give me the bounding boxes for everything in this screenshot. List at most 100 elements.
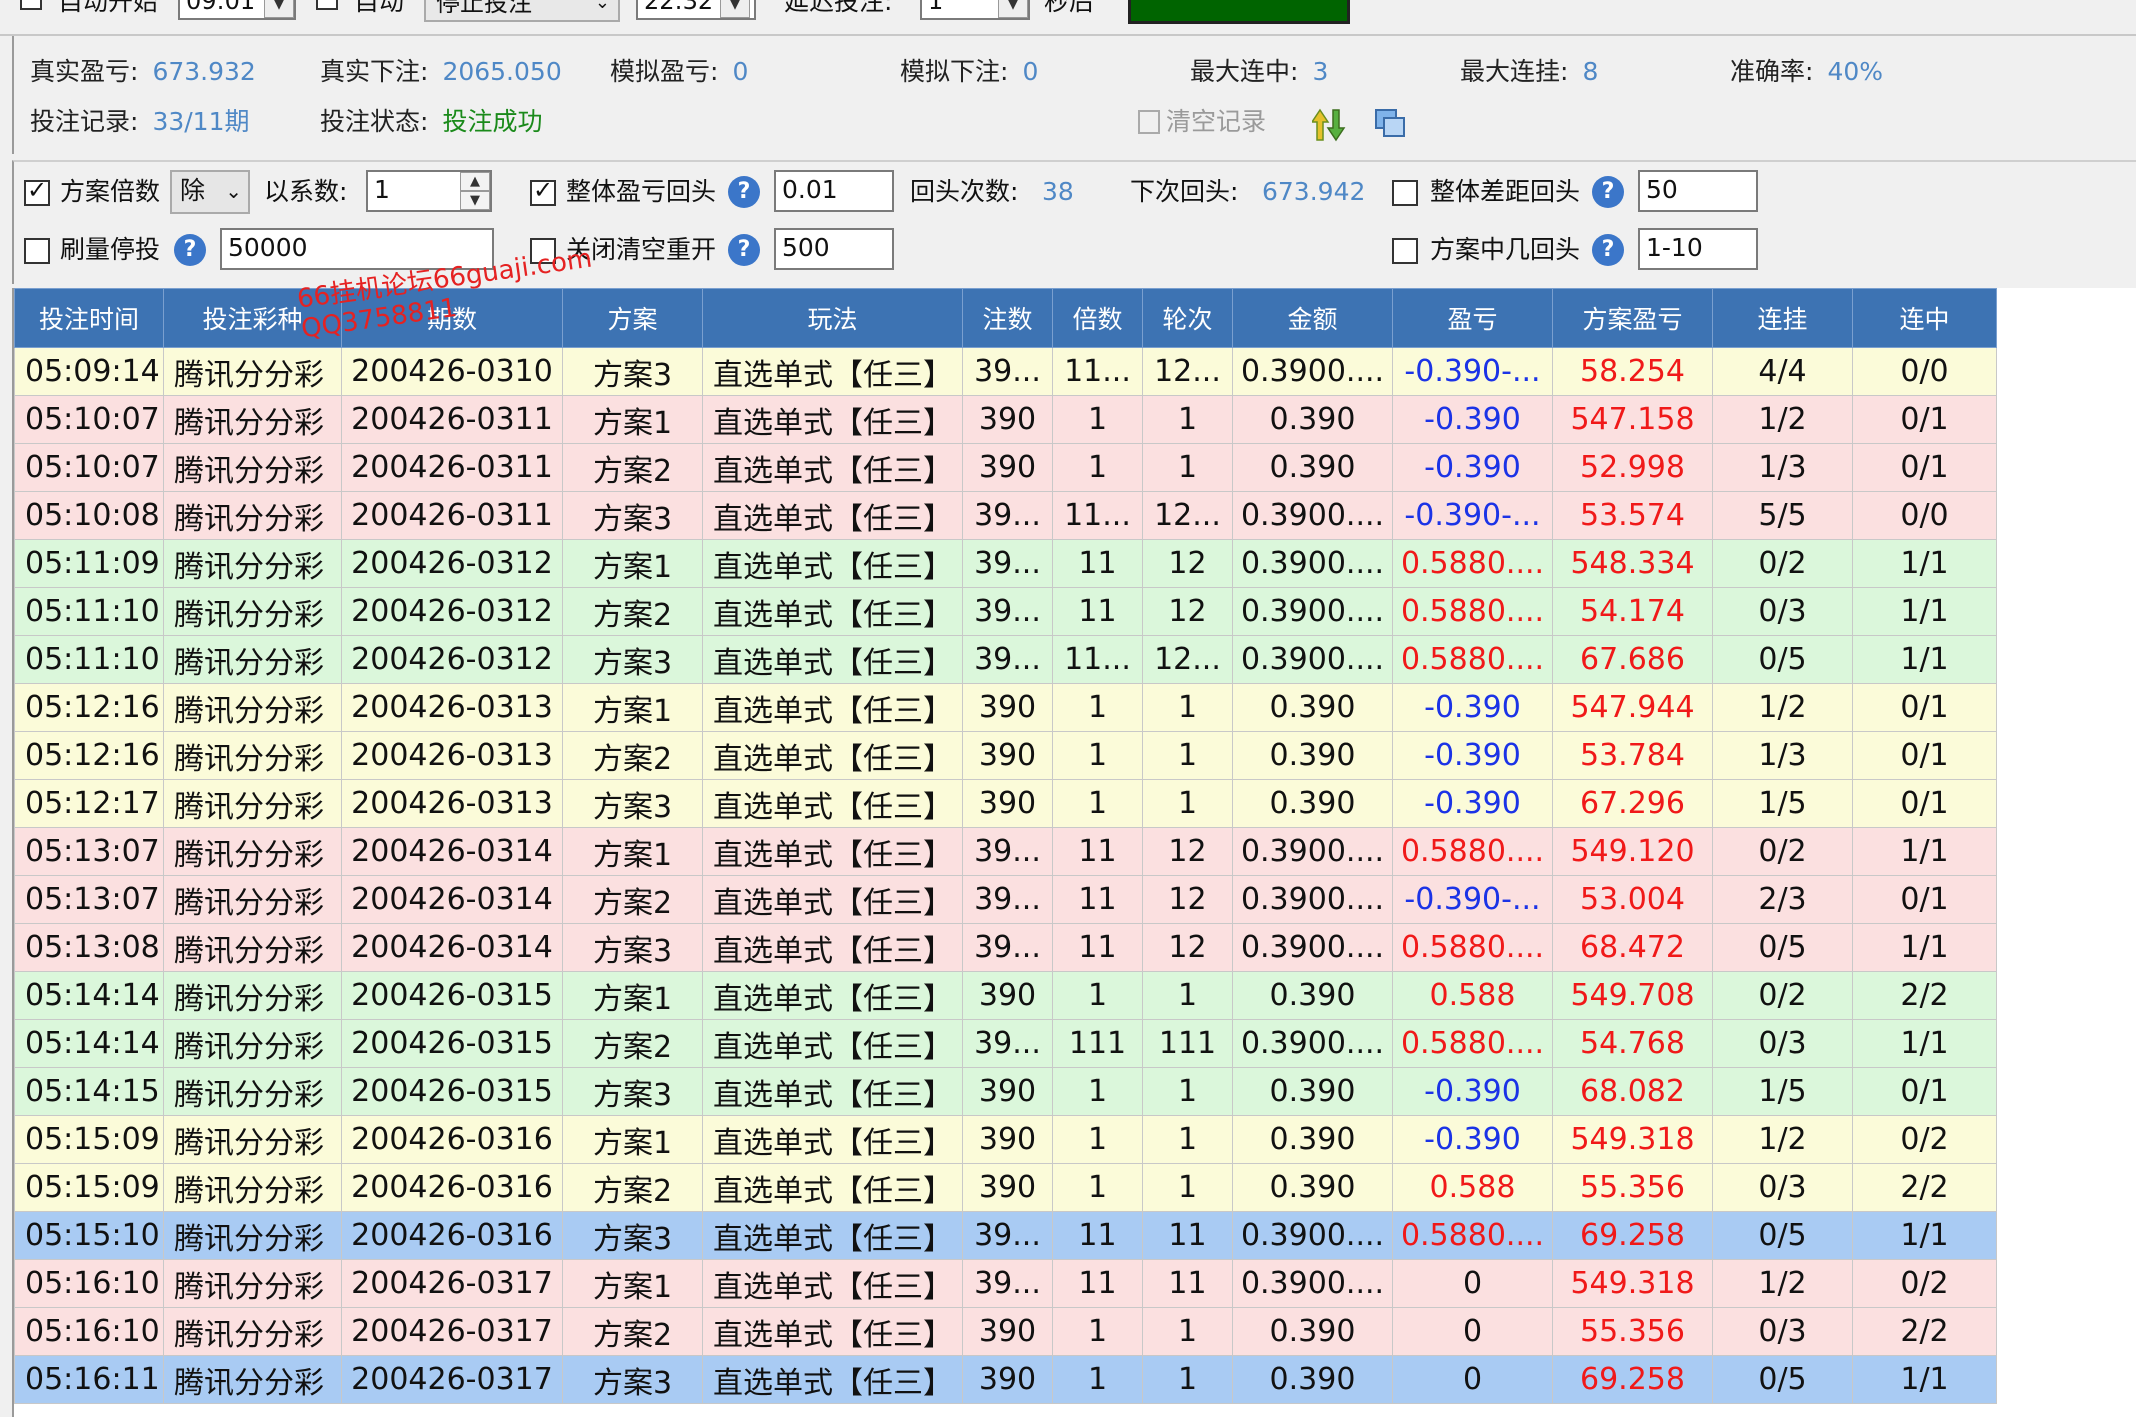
brush-stop-checkbox[interactable] bbox=[24, 238, 50, 264]
cell-lottery: 腾讯分分彩 bbox=[163, 347, 342, 396]
accuracy-label: 准确率: bbox=[1730, 57, 1814, 86]
plan-multiplier-checkbox[interactable] bbox=[24, 176, 50, 206]
overall-pl-reset-checkbox[interactable] bbox=[530, 176, 556, 206]
col-hit-streak[interactable]: 连中 bbox=[1852, 288, 1997, 348]
cell-bet-time: 05:13:07 bbox=[14, 875, 164, 924]
cell-miss-streak: 1/2 bbox=[1712, 683, 1853, 732]
col-amount[interactable]: 金额 bbox=[1232, 288, 1393, 348]
cell-miss-streak: 1/2 bbox=[1712, 1259, 1853, 1308]
table-row[interactable]: 05:15:09 腾讯分分彩 200426-0316 方案2 直选单式【任三】 390 1 1… bbox=[14, 1163, 1997, 1212]
help-icon[interactable]: ? bbox=[1592, 234, 1624, 266]
cell-lottery: 腾讯分分彩 bbox=[163, 395, 342, 444]
max-miss-streak-label: 最大连挂: bbox=[1460, 57, 1569, 86]
table-row[interactable]: 05:16:10 腾讯分分彩 200426-0317 方案2 直选单式【任三】 390 1 1… bbox=[14, 1307, 1997, 1356]
auto-start-checkbox[interactable] bbox=[20, 0, 42, 10]
plan-multiplier-op-select[interactable]: 除 ⌄ bbox=[170, 170, 250, 214]
cell-multiplier: 1 bbox=[1052, 1355, 1143, 1404]
table-row[interactable]: 05:12:17 腾讯分分彩 200426-0313 方案3 直选单式【任三】 390 1 1… bbox=[14, 779, 1997, 828]
overall-diff-reset-checkbox[interactable] bbox=[1392, 180, 1418, 206]
cell-lottery: 腾讯分分彩 bbox=[163, 539, 342, 588]
cell-amount: 0.390 bbox=[1232, 1115, 1393, 1164]
cell-amount: 0.390 bbox=[1232, 1307, 1393, 1356]
coef-spin-down[interactable]: ▼ bbox=[460, 191, 490, 210]
cell-period: 200426-0313 bbox=[341, 683, 563, 732]
close-clear-checkbox[interactable] bbox=[530, 238, 556, 264]
table-row[interactable]: 05:12:16 腾讯分分彩 200426-0313 方案2 直选单式【任三】 390 1 1… bbox=[14, 731, 1997, 780]
clear-records-button[interactable]: 清空记录 bbox=[1138, 104, 1266, 140]
col-plan[interactable]: 方案 bbox=[562, 288, 703, 348]
cell-hit-streak: 1/1 bbox=[1852, 1019, 1997, 1068]
help-icon[interactable]: ? bbox=[728, 176, 760, 208]
table-row[interactable]: 05:14:15 腾讯分分彩 200426-0315 方案3 直选单式【任三】 390 1 1… bbox=[14, 1067, 1997, 1116]
col-bet-time[interactable]: 投注时间 bbox=[14, 288, 164, 348]
col-round[interactable]: 轮次 bbox=[1142, 288, 1233, 348]
cell-plan: 方案1 bbox=[562, 1259, 703, 1308]
close-clear-input[interactable]: 500 bbox=[774, 228, 894, 270]
col-play[interactable]: 玩法 bbox=[702, 288, 963, 348]
cell-bets: 39... bbox=[962, 635, 1053, 684]
cell-multiplier: 1 bbox=[1052, 731, 1143, 780]
table-row[interactable]: 05:11:09 腾讯分分彩 200426-0312 方案1 直选单式【任三】 39...… bbox=[14, 539, 1997, 588]
cell-amount: 0.390 bbox=[1232, 1355, 1393, 1404]
table-row[interactable]: 05:12:16 腾讯分分彩 200426-0313 方案1 直选单式【任三】 390 1 1… bbox=[14, 683, 1997, 732]
table-row[interactable]: 05:09:14 腾讯分分彩 200426-0310 方案3 直选单式【任三】 39...… bbox=[14, 347, 1997, 396]
brush-stop-input[interactable]: 50000 bbox=[220, 228, 494, 270]
cell-period: 200426-0316 bbox=[341, 1211, 563, 1260]
table-row[interactable]: 05:11:10 腾讯分分彩 200426-0312 方案3 直选单式【任三】 39...… bbox=[14, 635, 1997, 684]
cell-round: 1 bbox=[1142, 1163, 1233, 1212]
auto-stop-mode-select[interactable]: 停止投注 ⌄ bbox=[424, 0, 620, 22]
table-row[interactable]: 05:13:07 腾讯分分彩 200426-0314 方案1 直选单式【任三】 39...… bbox=[14, 827, 1997, 876]
window-restore-icon[interactable] bbox=[1374, 108, 1408, 140]
sort-arrows-icon[interactable] bbox=[1310, 108, 1352, 142]
help-icon[interactable]: ? bbox=[174, 234, 206, 266]
col-profit[interactable]: 盈亏 bbox=[1392, 288, 1553, 348]
plan-hit-reset-input[interactable]: 1-10 bbox=[1638, 228, 1758, 270]
coef-label: 以系数: bbox=[264, 177, 348, 206]
overall-diff-input[interactable]: 50 bbox=[1638, 170, 1758, 212]
plan-hit-reset-checkbox[interactable] bbox=[1392, 238, 1418, 264]
table-row[interactable]: 05:16:11 腾讯分分彩 200426-0317 方案3 直选单式【任三】 390 1 1… bbox=[14, 1355, 1997, 1404]
cell-miss-streak: 5/5 bbox=[1712, 491, 1853, 540]
cell-miss-streak: 0/5 bbox=[1712, 1211, 1853, 1260]
cell-bet-time: 05:12:16 bbox=[14, 683, 164, 732]
help-icon[interactable]: ? bbox=[728, 234, 760, 266]
col-lottery[interactable]: 投注彩种 bbox=[163, 288, 342, 348]
sim-profit-label: 模拟盈亏: bbox=[610, 57, 719, 86]
help-icon[interactable]: ? bbox=[1592, 176, 1624, 208]
col-plan-profit[interactable]: 方案盈亏 bbox=[1552, 288, 1713, 348]
table-row[interactable]: 05:10:07 腾讯分分彩 200426-0311 方案1 直选单式【任三】 390 1 1… bbox=[14, 395, 1997, 444]
table-row[interactable]: 05:15:09 腾讯分分彩 200426-0316 方案1 直选单式【任三】 390 1 1… bbox=[14, 1115, 1997, 1164]
cell-amount: 0.390 bbox=[1232, 443, 1393, 492]
table-row[interactable]: 05:10:08 腾讯分分彩 200426-0311 方案3 直选单式【任三】 39...… bbox=[14, 491, 1997, 540]
table-row[interactable]: 05:13:07 腾讯分分彩 200426-0314 方案2 直选单式【任三】 39...… bbox=[14, 875, 1997, 924]
cell-round: 111 bbox=[1142, 1019, 1233, 1068]
cell-amount: 0.3900.... bbox=[1232, 875, 1393, 924]
col-miss-streak[interactable]: 连挂 bbox=[1712, 288, 1853, 348]
cell-period: 200426-0314 bbox=[341, 923, 563, 972]
table-row[interactable]: 05:13:08 腾讯分分彩 200426-0314 方案3 直选单式【任三】 39...… bbox=[14, 923, 1997, 972]
overall-pl-reset-input[interactable]: 0.01 bbox=[774, 170, 894, 212]
table-row[interactable]: 05:14:14 腾讯分分彩 200426-0315 方案1 直选单式【任三】 390 1 1… bbox=[14, 971, 1997, 1020]
table-row[interactable]: 05:14:14 腾讯分分彩 200426-0315 方案2 直选单式【任三】 39...… bbox=[14, 1019, 1997, 1068]
auto-stop-checkbox[interactable] bbox=[316, 0, 338, 10]
cell-play: 直选单式【任三】 bbox=[702, 635, 963, 684]
table-row[interactable]: 05:11:10 腾讯分分彩 200426-0312 方案2 直选单式【任三】 39...… bbox=[14, 587, 1997, 636]
cell-multiplier: 1 bbox=[1052, 395, 1143, 444]
delay-spinner[interactable]: ▼ bbox=[998, 0, 1028, 18]
auto-start-spinner[interactable]: ▼ bbox=[264, 0, 294, 18]
col-bets[interactable]: 注数 bbox=[962, 288, 1053, 348]
plan-hit-reset-label: 方案中几回头 bbox=[1430, 235, 1581, 264]
cell-bet-time: 05:11:10 bbox=[14, 587, 164, 636]
col-multiplier[interactable]: 倍数 bbox=[1052, 288, 1143, 348]
coef-spin-up[interactable]: ▲ bbox=[460, 172, 490, 191]
auto-stop-spinner[interactable]: ▼ bbox=[720, 0, 750, 18]
cell-bets: 39... bbox=[962, 347, 1053, 396]
table-row[interactable]: 05:16:10 腾讯分分彩 200426-0317 方案1 直选单式【任三】 39...… bbox=[14, 1259, 1997, 1308]
table-row[interactable]: 05:15:10 腾讯分分彩 200426-0316 方案3 直选单式【任三】 39...… bbox=[14, 1211, 1997, 1260]
cell-plan-profit: 69.258 bbox=[1552, 1355, 1713, 1404]
table-row[interactable]: 05:10:07 腾讯分分彩 200426-0311 方案2 直选单式【任三】 390 1 1… bbox=[14, 443, 1997, 492]
cell-round: 1 bbox=[1142, 395, 1233, 444]
cell-bets: 39... bbox=[962, 1211, 1053, 1260]
col-period[interactable]: 期数 bbox=[341, 288, 563, 348]
cell-round: 1 bbox=[1142, 731, 1233, 780]
